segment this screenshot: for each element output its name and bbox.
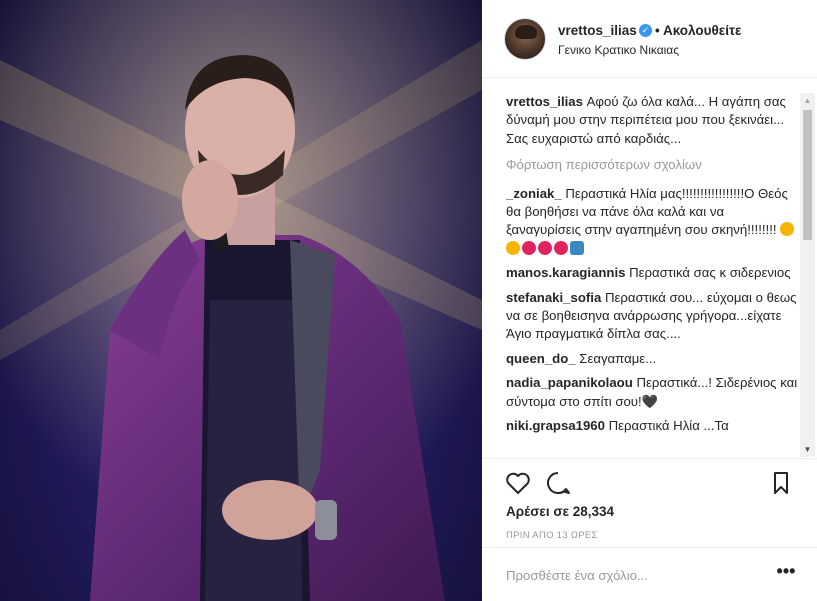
comment-username[interactable]: stefanaki_sofia [506,290,601,305]
comment-username[interactable]: _zoniak_ [506,186,562,201]
add-comment-bar: ••• [482,547,817,601]
emoji-icon [522,240,536,255]
emoji-icon [570,240,584,255]
location-link[interactable]: Γενικο Κρατικο Νικαιας [558,43,679,57]
comment-text: Περαστικά σας κ σιδερενιος [629,265,791,281]
comment-icon[interactable] [544,469,572,497]
avatar[interactable] [504,18,546,60]
emoji-icon [506,240,520,255]
comment-item: _zoniak_ Περαστικά Ηλία μας!!!!!!!!!!!!!… [506,185,798,259]
comment-item: niki.grapsa1960 Περαστικά Ηλία ...Τα [506,417,798,435]
scroll-down-arrow-icon[interactable]: ▼ [800,442,815,457]
comment-username[interactable]: nadia_papanikolaou [506,375,633,390]
post-sidebar: vrettos_ilias ✓ • Ακολουθείτε Γενικο Κρα… [482,0,817,601]
comments-list[interactable]: vrettos_ilias Αφού ζω όλα καλά... Η αγάπ… [506,93,798,457]
post-photo[interactable] [0,0,482,601]
caption-username[interactable]: vrettos_ilias [506,94,583,109]
comment-item: nadia_papanikolaou Περαστικά...! Σιδερέν… [506,374,798,411]
comment-text: Περαστικά Ηλία ...Τα [608,418,729,434]
emoji-icon [538,240,552,255]
comment-text: Σεαγαπαμε... [579,350,657,366]
emoji-icon [780,222,795,237]
caption: vrettos_ilias Αφού ζω όλα καλά... Η αγάπ… [506,93,798,148]
comment-username[interactable]: niki.grapsa1960 [506,418,605,433]
load-more-comments-button[interactable]: Φόρτωση περισσότερων σχολίων [506,156,798,174]
like-count[interactable]: Αρέσει σε 28,334 [506,504,614,519]
post-header: vrettos_ilias ✓ • Ακολουθείτε Γενικο Κρα… [482,0,817,78]
post-timestamp[interactable]: ΠΡΙΝ ΑΠΟ 13 ΩΡΕΣ [506,530,598,541]
scroll-up-arrow-icon[interactable]: ▲ [800,93,815,108]
emoji-icon [554,240,568,255]
following-button[interactable]: • Ακολουθείτε [655,23,741,38]
more-options-button[interactable]: ••• [775,562,797,584]
comment-item: queen_do_ Σεαγαπαμε... [506,350,798,368]
scroll-thumb[interactable] [803,110,812,240]
header-username[interactable]: vrettos_ilias [558,23,637,38]
heart-icon[interactable] [504,469,532,497]
add-comment-input[interactable] [506,565,766,585]
comment-username[interactable]: manos.karagiannis [506,265,625,280]
post-actions: Αρέσει σε 28,334 ΠΡΙΝ ΑΠΟ 13 ΩΡΕΣ [482,458,817,548]
bookmark-icon[interactable] [767,469,795,497]
comment-username[interactable]: queen_do_ [506,351,576,366]
comment-item: stefanaki_sofia Περαστικά σου... εύχομαι… [506,289,798,344]
singer-image [0,0,482,601]
comments-scrollbar[interactable]: ▲ ▼ [800,93,815,457]
comment-item: manos.karagiannis Περαστικά σας κ σιδερε… [506,264,798,282]
verified-badge-icon: ✓ [639,24,652,37]
